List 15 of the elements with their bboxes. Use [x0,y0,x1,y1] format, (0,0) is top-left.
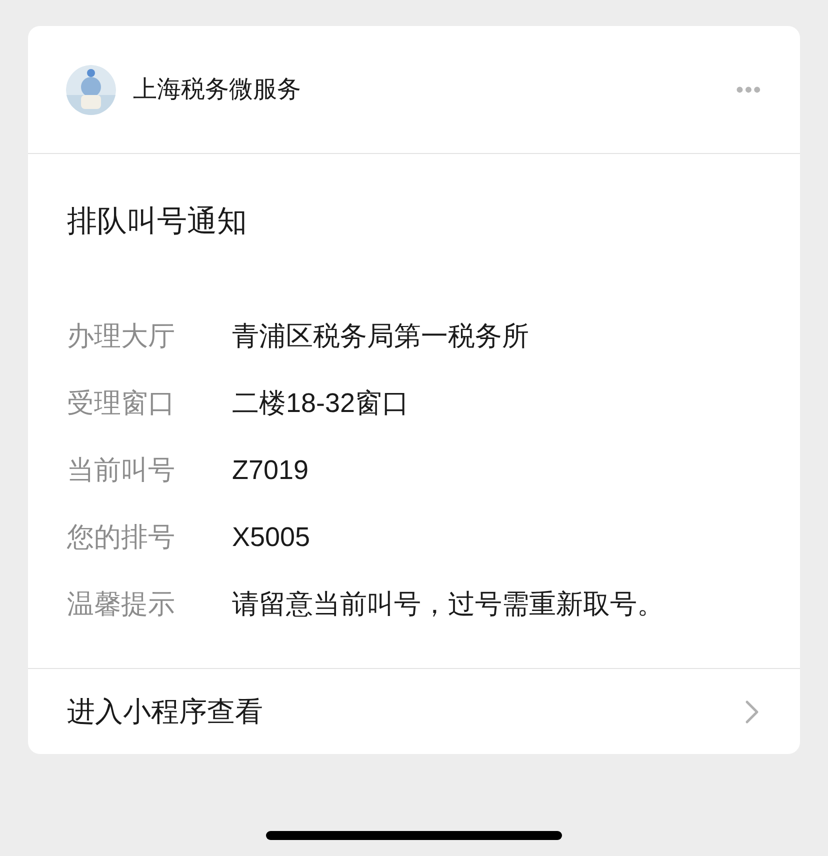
field-value: Z7019 [232,454,309,487]
field-value: 二楼18-32窗口 [232,386,410,420]
field-label: 温馨提示 [67,588,176,621]
field-label: 当前叫号 [67,454,176,487]
field-label: 办理大厅 [67,320,176,353]
notice-title: 排队叫号通知 [67,204,248,240]
field-label: 受理窗口 [67,386,176,420]
chevron-right-icon [745,700,759,724]
field-value: 请留意当前叫号，过号需重新取号。 [232,588,664,621]
field-label: 您的排号 [67,520,176,554]
avatar [66,64,116,114]
field-value: 青浦区税务局第一税务所 [232,320,529,353]
field-value: X5005 [232,520,310,554]
mini-program-link[interactable]: 进入小程序查看 [28,668,800,754]
account-name: 上海税务微服务 [133,74,301,104]
